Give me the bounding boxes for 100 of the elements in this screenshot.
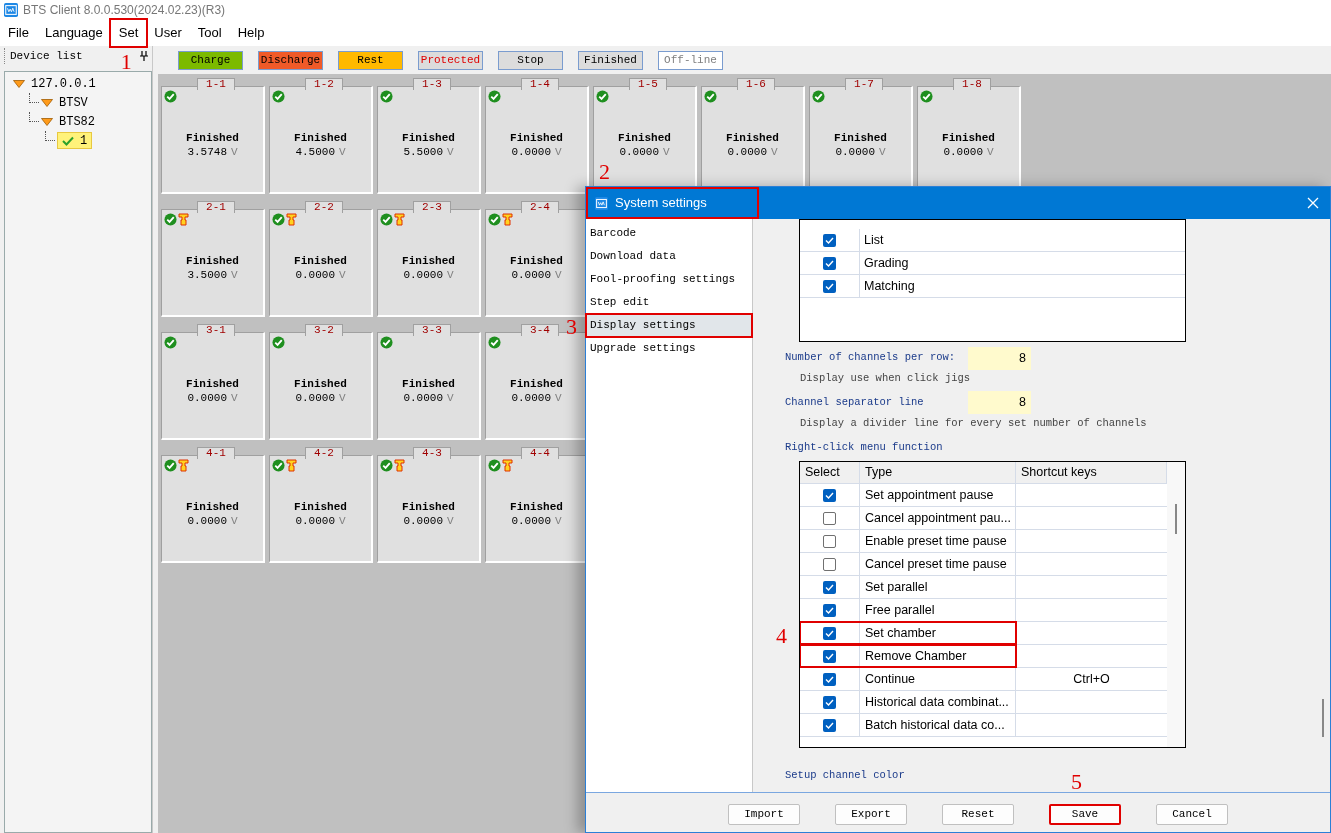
channel-label: 1-1 — [197, 78, 235, 90]
channel-status: Finished — [834, 131, 887, 145]
channel-voltage: 0.0000 — [511, 514, 551, 528]
status-legend: Charge — [178, 50, 243, 70]
channel-status: Finished — [510, 500, 563, 514]
channel-status: Finished — [294, 131, 347, 145]
channel-status: Finished — [294, 254, 347, 268]
field-hint: Display a divider line for every set number of channels — [800, 415, 1148, 431]
channel-label: 1-4 — [521, 78, 559, 90]
voltage-unit: V — [555, 145, 562, 159]
channel-label: 2-2 — [305, 201, 343, 213]
voltage-unit: V — [555, 268, 562, 282]
table-cell: Remove Chamber — [860, 645, 1016, 668]
shortcut-text: Ctrl+O — [1073, 670, 1110, 688]
channel-voltage: 0.0000 — [295, 268, 335, 282]
channel-voltage: 0.0000 — [511, 268, 551, 282]
channel-voltage: 0.0000 — [511, 391, 551, 405]
voltage-unit: V — [879, 145, 886, 159]
table-cell: Set chamber — [860, 622, 1016, 645]
table-cell: Cancel preset time pause — [860, 553, 1016, 576]
step-number: 2 — [599, 161, 610, 183]
channel-status: Finished — [186, 254, 239, 268]
channel-status: Finished — [186, 377, 239, 391]
channel-status: Finished — [186, 500, 239, 514]
table-cell: Set appointment pause — [860, 484, 1016, 507]
table-cell: Historical data combinat... — [860, 691, 1016, 714]
channel-voltage: 0.0000 — [943, 145, 983, 159]
dialog-title: System settings — [615, 194, 707, 213]
channel-status: Finished — [294, 377, 347, 391]
step-number: 5 — [1071, 771, 1082, 794]
section-title: Setup channel color — [785, 768, 905, 784]
channel-label: 4-3 — [413, 447, 451, 459]
status-legend: Rest — [338, 50, 403, 70]
channel-status: Finished — [510, 254, 563, 268]
channel-voltage: 3.5000 — [187, 268, 227, 282]
channel-voltage: 5.5000 — [403, 145, 443, 159]
channel-label: 4-1 — [197, 447, 235, 459]
voltage-unit: V — [231, 391, 238, 405]
table-cell: Batch historical data co... — [860, 714, 1016, 737]
voltage-unit: V — [231, 145, 238, 159]
channel-label: 1-2 — [305, 78, 343, 90]
voltage-unit: V — [339, 268, 346, 282]
channel-label: 1-6 — [737, 78, 775, 90]
status-legend: Off-line — [658, 50, 723, 70]
section-title: Right-click menu function — [785, 439, 944, 455]
voltage-unit: V — [231, 514, 238, 528]
channel-label: 3-2 — [305, 324, 343, 336]
channel-status: Finished — [402, 131, 455, 145]
field-hint: Display use when click jigs — [800, 371, 972, 386]
table-cell: Set parallel — [860, 576, 1016, 599]
status-legend: Discharge — [258, 50, 323, 70]
voltage-unit: V — [447, 391, 454, 405]
channel-label: 1-8 — [953, 78, 991, 90]
voltage-unit: V — [339, 391, 346, 405]
step-number: 4 — [776, 623, 787, 649]
channel-status: Finished — [294, 500, 347, 514]
channel-voltage: 0.0000 — [187, 514, 227, 528]
channel-label: 3-4 — [521, 324, 559, 336]
status-legend: Protected — [418, 50, 483, 70]
channel-voltage: 0.0000 — [403, 268, 443, 282]
channel-status: Finished — [186, 131, 239, 145]
table-cell-text: Matching — [863, 277, 915, 295]
channel-status: Finished — [402, 254, 455, 268]
table-cell: Cancel appointment pau... — [860, 507, 1016, 530]
table-cell-text: Grading — [863, 254, 909, 272]
field-label: Number of channels per row: — [785, 350, 957, 366]
voltage-unit: V — [771, 145, 778, 159]
voltage-unit: V — [447, 268, 454, 282]
voltage-unit: V — [987, 145, 994, 159]
channel-voltage: 3.5748 — [187, 145, 227, 159]
voltage-unit: V — [555, 514, 562, 528]
channel-status: Finished — [510, 131, 563, 145]
voltage-unit: V — [663, 145, 670, 159]
status-legend: Finished — [578, 50, 643, 70]
channel-status: Finished — [618, 131, 671, 145]
channel-voltage: 0.0000 — [727, 145, 767, 159]
step-number: 1 — [120, 51, 132, 74]
channel-voltage: 0.0000 — [187, 391, 227, 405]
channel-label: 4-4 — [521, 447, 559, 459]
channel-voltage: 0.0000 — [511, 145, 551, 159]
channel-label: 1-5 — [629, 78, 667, 90]
voltage-unit: V — [447, 145, 454, 159]
channel-label: 1-3 — [413, 78, 451, 90]
channel-status: Finished — [402, 377, 455, 391]
voltage-unit: V — [231, 268, 238, 282]
channel-label: 4-2 — [305, 447, 343, 459]
channel-label: 1-7 — [845, 78, 883, 90]
voltage-unit: V — [447, 514, 454, 528]
channel-voltage: 0.0000 — [835, 145, 875, 159]
voltage-unit: V — [339, 145, 346, 159]
channel-label: 3-1 — [197, 324, 235, 336]
table-cell: Enable preset time pause — [860, 530, 1016, 553]
field-label: Channel separator line — [785, 394, 925, 410]
channel-status: Finished — [726, 131, 779, 145]
channel-status: Finished — [942, 131, 995, 145]
channel-voltage: 0.0000 — [295, 391, 335, 405]
channel-status: Finished — [402, 500, 455, 514]
panel-title: Device list — [4, 47, 83, 65]
channel-voltage: 0.0000 — [403, 514, 443, 528]
channel-label: 2-3 — [413, 201, 451, 213]
